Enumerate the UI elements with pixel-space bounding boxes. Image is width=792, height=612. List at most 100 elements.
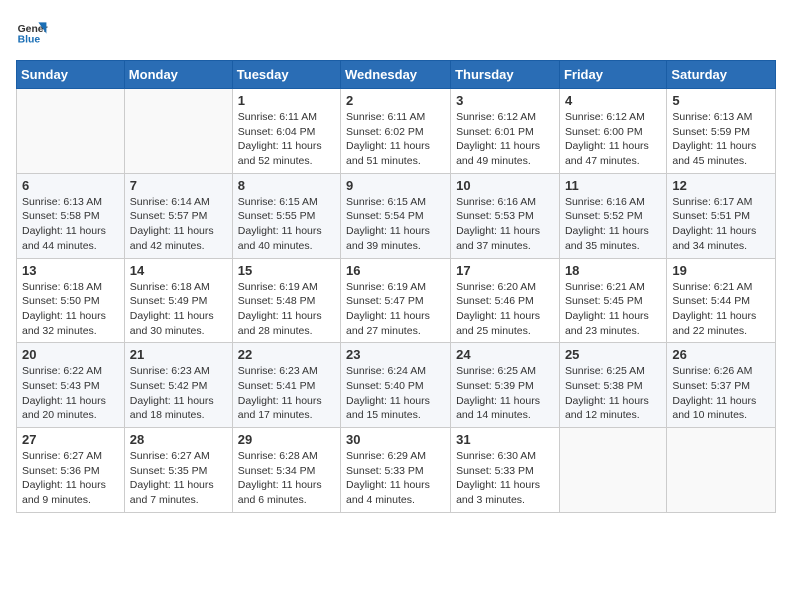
day-number: 5	[672, 93, 770, 108]
day-cell: 29Sunrise: 6:28 AM Sunset: 5:34 PM Dayli…	[232, 428, 340, 513]
day-info: Sunrise: 6:11 AM Sunset: 6:02 PM Dayligh…	[346, 110, 445, 169]
day-header-thursday: Thursday	[451, 61, 560, 89]
day-number: 16	[346, 263, 445, 278]
day-info: Sunrise: 6:17 AM Sunset: 5:51 PM Dayligh…	[672, 195, 770, 254]
day-cell: 13 Sunrise: 6:18 AM Sunset: 5:50 PM Dayli…	[17, 258, 125, 343]
day-number: 6	[22, 178, 119, 193]
day-info: Sunrise: 6:11 AM Sunset: 6:04 PM Dayligh…	[238, 110, 335, 169]
day-header-monday: Monday	[124, 61, 232, 89]
day-cell: 18Sunrise: 6:21 AM Sunset: 5:45 PM Dayli…	[559, 258, 666, 343]
day-number: 22	[238, 347, 335, 362]
day-number: 1	[238, 93, 335, 108]
day-cell: 9 Sunrise: 6:15 AM Sunset: 5:54 PM Daylig…	[341, 173, 451, 258]
week-row-5: 27Sunrise: 6:27 AM Sunset: 5:36 PM Dayli…	[17, 428, 776, 513]
day-cell: 19 Sunrise: 6:21 AM Sunset: 5:44 PM Dayli…	[667, 258, 776, 343]
day-header-wednesday: Wednesday	[341, 61, 451, 89]
day-cell: 2 Sunrise: 6:11 AM Sunset: 6:02 PM Daylig…	[341, 89, 451, 174]
week-row-4: 20 Sunrise: 6:22 AM Sunset: 5:43 PM Dayli…	[17, 343, 776, 428]
day-info: Sunrise: 6:18 AM Sunset: 5:50 PM Dayligh…	[22, 280, 119, 339]
day-cell: 14Sunrise: 6:18 AM Sunset: 5:49 PM Dayli…	[124, 258, 232, 343]
day-cell: 4Sunrise: 6:12 AM Sunset: 6:00 PM Daylig…	[559, 89, 666, 174]
day-cell: 31 Sunrise: 6:30 AM Sunset: 5:33 PM Dayli…	[451, 428, 560, 513]
page-header: General Blue	[16, 16, 776, 48]
day-cell: 5 Sunrise: 6:13 AM Sunset: 5:59 PM Daylig…	[667, 89, 776, 174]
day-number: 7	[130, 178, 227, 193]
day-header-sunday: Sunday	[17, 61, 125, 89]
day-number: 9	[346, 178, 445, 193]
day-info: Sunrise: 6:29 AM Sunset: 5:33 PM Dayligh…	[346, 449, 445, 508]
day-cell: 6 Sunrise: 6:13 AM Sunset: 5:58 PM Daylig…	[17, 173, 125, 258]
day-cell: 12Sunrise: 6:17 AM Sunset: 5:51 PM Dayli…	[667, 173, 776, 258]
calendar-table: SundayMondayTuesdayWednesdayThursdayFrid…	[16, 60, 776, 513]
day-info: Sunrise: 6:22 AM Sunset: 5:43 PM Dayligh…	[22, 364, 119, 423]
day-cell: 8Sunrise: 6:15 AM Sunset: 5:55 PM Daylig…	[232, 173, 340, 258]
day-info: Sunrise: 6:12 AM Sunset: 6:01 PM Dayligh…	[456, 110, 554, 169]
day-info: Sunrise: 6:23 AM Sunset: 5:42 PM Dayligh…	[130, 364, 227, 423]
day-number: 28	[130, 432, 227, 447]
day-cell	[559, 428, 666, 513]
svg-text:Blue: Blue	[18, 34, 41, 45]
day-info: Sunrise: 6:24 AM Sunset: 5:40 PM Dayligh…	[346, 364, 445, 423]
day-cell: 1 Sunrise: 6:11 AM Sunset: 6:04 PM Daylig…	[232, 89, 340, 174]
week-row-1: 1 Sunrise: 6:11 AM Sunset: 6:04 PM Daylig…	[17, 89, 776, 174]
day-cell: 27Sunrise: 6:27 AM Sunset: 5:36 PM Dayli…	[17, 428, 125, 513]
day-number: 18	[565, 263, 661, 278]
day-cell: 23 Sunrise: 6:24 AM Sunset: 5:40 PM Dayli…	[341, 343, 451, 428]
day-info: Sunrise: 6:27 AM Sunset: 5:35 PM Dayligh…	[130, 449, 227, 508]
day-info: Sunrise: 6:26 AM Sunset: 5:37 PM Dayligh…	[672, 364, 770, 423]
day-cell: 28 Sunrise: 6:27 AM Sunset: 5:35 PM Dayli…	[124, 428, 232, 513]
day-info: Sunrise: 6:20 AM Sunset: 5:46 PM Dayligh…	[456, 280, 554, 339]
day-info: Sunrise: 6:16 AM Sunset: 5:53 PM Dayligh…	[456, 195, 554, 254]
day-number: 13	[22, 263, 119, 278]
day-info: Sunrise: 6:27 AM Sunset: 5:36 PM Dayligh…	[22, 449, 119, 508]
day-info: Sunrise: 6:12 AM Sunset: 6:00 PM Dayligh…	[565, 110, 661, 169]
day-cell: 20 Sunrise: 6:22 AM Sunset: 5:43 PM Dayli…	[17, 343, 125, 428]
day-header-saturday: Saturday	[667, 61, 776, 89]
day-number: 19	[672, 263, 770, 278]
day-number: 17	[456, 263, 554, 278]
day-info: Sunrise: 6:21 AM Sunset: 5:44 PM Dayligh…	[672, 280, 770, 339]
day-number: 2	[346, 93, 445, 108]
day-cell: 11 Sunrise: 6:16 AM Sunset: 5:52 PM Dayli…	[559, 173, 666, 258]
day-header-friday: Friday	[559, 61, 666, 89]
day-number: 15	[238, 263, 335, 278]
day-info: Sunrise: 6:30 AM Sunset: 5:33 PM Dayligh…	[456, 449, 554, 508]
day-cell	[667, 428, 776, 513]
day-number: 23	[346, 347, 445, 362]
day-info: Sunrise: 6:28 AM Sunset: 5:34 PM Dayligh…	[238, 449, 335, 508]
day-info: Sunrise: 6:13 AM Sunset: 5:59 PM Dayligh…	[672, 110, 770, 169]
day-info: Sunrise: 6:14 AM Sunset: 5:57 PM Dayligh…	[130, 195, 227, 254]
day-number: 8	[238, 178, 335, 193]
day-number: 30	[346, 432, 445, 447]
day-number: 25	[565, 347, 661, 362]
week-row-3: 13 Sunrise: 6:18 AM Sunset: 5:50 PM Dayli…	[17, 258, 776, 343]
day-cell: 17 Sunrise: 6:20 AM Sunset: 5:46 PM Dayli…	[451, 258, 560, 343]
day-cell	[124, 89, 232, 174]
day-cell: 3 Sunrise: 6:12 AM Sunset: 6:01 PM Daylig…	[451, 89, 560, 174]
day-number: 14	[130, 263, 227, 278]
day-number: 26	[672, 347, 770, 362]
day-number: 24	[456, 347, 554, 362]
logo: General Blue	[16, 16, 48, 48]
day-number: 11	[565, 178, 661, 193]
day-number: 3	[456, 93, 554, 108]
day-info: Sunrise: 6:19 AM Sunset: 5:48 PM Dayligh…	[238, 280, 335, 339]
week-row-2: 6 Sunrise: 6:13 AM Sunset: 5:58 PM Daylig…	[17, 173, 776, 258]
day-number: 10	[456, 178, 554, 193]
day-cell	[17, 89, 125, 174]
day-number: 20	[22, 347, 119, 362]
day-cell: 25 Sunrise: 6:25 AM Sunset: 5:38 PM Dayli…	[559, 343, 666, 428]
day-number: 21	[130, 347, 227, 362]
day-info: Sunrise: 6:13 AM Sunset: 5:58 PM Dayligh…	[22, 195, 119, 254]
day-info: Sunrise: 6:25 AM Sunset: 5:38 PM Dayligh…	[565, 364, 661, 423]
day-cell: 24 Sunrise: 6:25 AM Sunset: 5:39 PM Dayli…	[451, 343, 560, 428]
day-cell: 15 Sunrise: 6:19 AM Sunset: 5:48 PM Dayli…	[232, 258, 340, 343]
logo-icon: General Blue	[16, 16, 48, 48]
day-info: Sunrise: 6:15 AM Sunset: 5:54 PM Dayligh…	[346, 195, 445, 254]
day-number: 31	[456, 432, 554, 447]
calendar-header: SundayMondayTuesdayWednesdayThursdayFrid…	[17, 61, 776, 89]
day-info: Sunrise: 6:25 AM Sunset: 5:39 PM Dayligh…	[456, 364, 554, 423]
day-cell: 10 Sunrise: 6:16 AM Sunset: 5:53 PM Dayli…	[451, 173, 560, 258]
day-info: Sunrise: 6:16 AM Sunset: 5:52 PM Dayligh…	[565, 195, 661, 254]
day-header-tuesday: Tuesday	[232, 61, 340, 89]
